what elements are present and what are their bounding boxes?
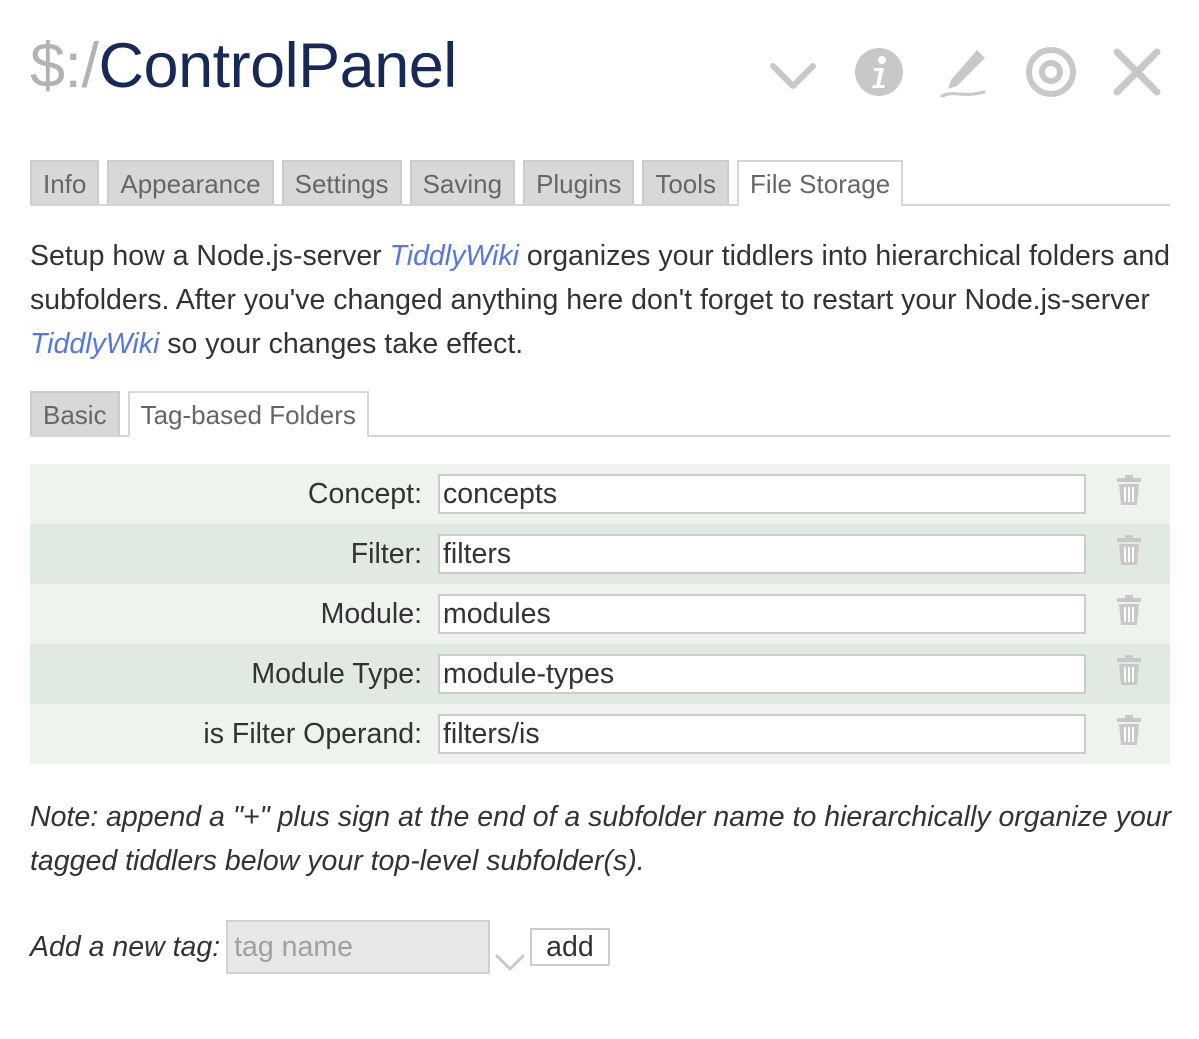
tab-basic[interactable]: Basic xyxy=(30,391,120,435)
tag-label: Module: xyxy=(320,597,422,630)
description-text: so your changes take effect. xyxy=(159,328,524,360)
close-button[interactable] xyxy=(1111,46,1163,98)
info-icon xyxy=(855,48,903,96)
trash-icon xyxy=(1117,655,1141,685)
add-tag-button[interactable]: add xyxy=(530,928,610,966)
tab-saving[interactable]: Saving xyxy=(409,160,516,204)
tag-label: Filter: xyxy=(350,537,422,570)
table-row: Module Type: xyxy=(30,644,1170,704)
delete-button[interactable] xyxy=(1116,654,1142,694)
table-row: Module: xyxy=(30,584,1170,644)
folder-input[interactable] xyxy=(438,714,1086,754)
tag-label: is Filter Operand: xyxy=(203,717,422,750)
page-title: $:/ControlPanel xyxy=(30,28,457,104)
tiddlywiki-link[interactable]: TiddlyWiki xyxy=(30,328,159,360)
tab-tools[interactable]: Tools xyxy=(642,160,730,204)
target-icon xyxy=(1026,47,1076,97)
tab-tag-based-folders[interactable]: Tag-based Folders xyxy=(127,391,369,437)
tag-label: Concept: xyxy=(307,477,422,510)
title-name: ControlPanel xyxy=(98,31,458,101)
delete-button[interactable] xyxy=(1116,714,1142,754)
tag-dropdown-button[interactable] xyxy=(490,920,530,974)
trash-icon xyxy=(1117,535,1141,565)
delete-button[interactable] xyxy=(1116,474,1142,514)
table-row: Concept: xyxy=(30,464,1170,524)
description-text: Setup how a Node.js-server xyxy=(30,240,390,272)
subfolder-note: Note: append a "+" plus sign at the end … xyxy=(30,801,1172,877)
more-actions-button[interactable] xyxy=(767,46,819,98)
trash-icon xyxy=(1117,595,1141,625)
trash-icon xyxy=(1117,715,1141,745)
tag-folder-table: Concept: Filter: Module: Module Type: is… xyxy=(30,464,1170,764)
add-tag-label: Add a new tag: xyxy=(30,930,221,963)
file-storage-tabs: Basic Tag-based Folders xyxy=(30,391,1170,437)
tab-info[interactable]: Info xyxy=(30,160,100,204)
tab-plugins[interactable]: Plugins xyxy=(523,160,635,204)
chevron-down-icon xyxy=(770,63,816,89)
focus-button[interactable] xyxy=(1025,46,1077,98)
add-tag-row: Add a new tag: add xyxy=(30,920,610,974)
description: Setup how a Node.js-server TiddlyWiki or… xyxy=(30,234,1180,366)
table-row: Filter: xyxy=(30,524,1170,584)
folder-input[interactable] xyxy=(438,474,1086,514)
title-prefix: $:/ xyxy=(30,31,99,101)
info-button[interactable] xyxy=(853,46,905,98)
control-panel-tabs: Info Appearance Settings Saving Plugins … xyxy=(30,160,1170,206)
folder-input[interactable] xyxy=(438,594,1086,634)
tab-appearance[interactable]: Appearance xyxy=(107,160,274,204)
close-icon xyxy=(1113,48,1161,96)
tab-settings[interactable]: Settings xyxy=(281,160,402,204)
tag-name-input[interactable] xyxy=(226,920,491,974)
tab-file-storage[interactable]: File Storage xyxy=(737,160,904,206)
delete-button[interactable] xyxy=(1116,594,1142,634)
folder-input[interactable] xyxy=(438,654,1086,694)
trash-icon xyxy=(1117,475,1141,505)
folder-input[interactable] xyxy=(438,534,1086,574)
tiddler-toolbar xyxy=(767,42,1163,102)
chevron-down-icon xyxy=(495,954,525,971)
tiddlywiki-link[interactable]: TiddlyWiki xyxy=(390,240,519,272)
edit-button[interactable] xyxy=(939,46,991,98)
tag-label: Module Type: xyxy=(251,657,422,690)
table-row: is Filter Operand: xyxy=(30,704,1170,764)
delete-button[interactable] xyxy=(1116,534,1142,574)
edit-icon xyxy=(940,50,986,98)
